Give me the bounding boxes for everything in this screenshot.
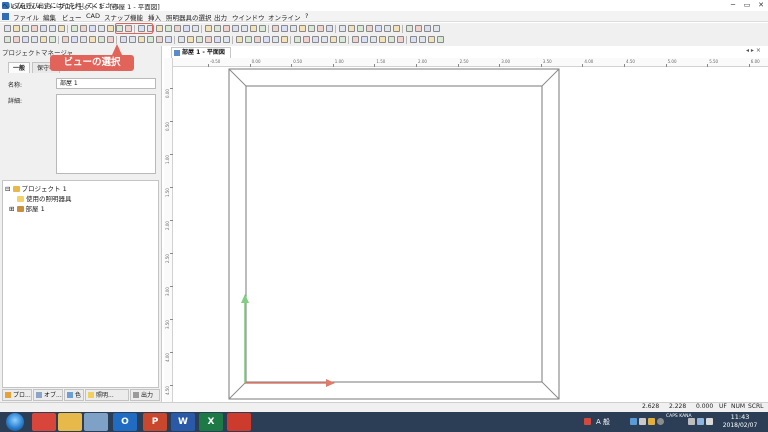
ime-mode-indicator[interactable]: A 般 <box>596 417 610 427</box>
floorplan-canvas[interactable] <box>0 0 768 432</box>
dictionary-icon[interactable] <box>639 418 646 425</box>
powerpoint-taskbar-icon[interactable]: P <box>143 413 167 431</box>
chrome-taskbar-icon[interactable] <box>32 413 56 431</box>
x-axis-arrowhead <box>326 379 335 387</box>
outlook-taskbar-icon[interactable]: O <box>113 413 137 431</box>
status-uf: UF <box>719 403 727 410</box>
keyboard-state-indicator: CAPS KANA <box>666 414 692 419</box>
room-outer-wall <box>228 68 560 400</box>
tools-icon[interactable] <box>648 418 655 425</box>
help-icon[interactable] <box>657 418 664 425</box>
status-help-text: ヘルプを呼び出すにはF1を押してください。 <box>2 3 123 10</box>
clock-time[interactable]: 11:43 <box>720 413 760 421</box>
start-button[interactable] <box>6 413 24 431</box>
volume-icon[interactable] <box>706 418 713 425</box>
status-z-coordinate: 0.000 <box>696 403 714 410</box>
status-x-coordinate: 2.628 <box>642 403 660 410</box>
status-y-coordinate: 2.228 <box>669 403 687 410</box>
network-icon[interactable] <box>697 418 704 425</box>
room-corner-edge <box>541 68 560 87</box>
explorer-taskbar-icon[interactable] <box>58 413 82 431</box>
room-inner-wall <box>245 85 543 383</box>
dialux-taskbar-icon[interactable] <box>227 413 251 431</box>
security-icon[interactable] <box>584 418 591 425</box>
ime-pad-icon[interactable] <box>630 418 637 425</box>
word-taskbar-icon[interactable]: W <box>171 413 195 431</box>
flag-icon[interactable] <box>688 418 695 425</box>
room-corner-edge <box>228 68 247 87</box>
excel-taskbar-icon[interactable]: X <box>199 413 223 431</box>
room-corner-edge <box>228 381 247 400</box>
clock-date[interactable]: 2018/02/07 <box>720 422 760 429</box>
status-scrl: SCRL <box>748 403 764 410</box>
room-corner-edge <box>541 381 560 400</box>
y-axis-arrowhead <box>241 294 249 303</box>
notepad-taskbar-icon[interactable] <box>84 413 108 431</box>
status-num: NUM <box>731 403 746 410</box>
